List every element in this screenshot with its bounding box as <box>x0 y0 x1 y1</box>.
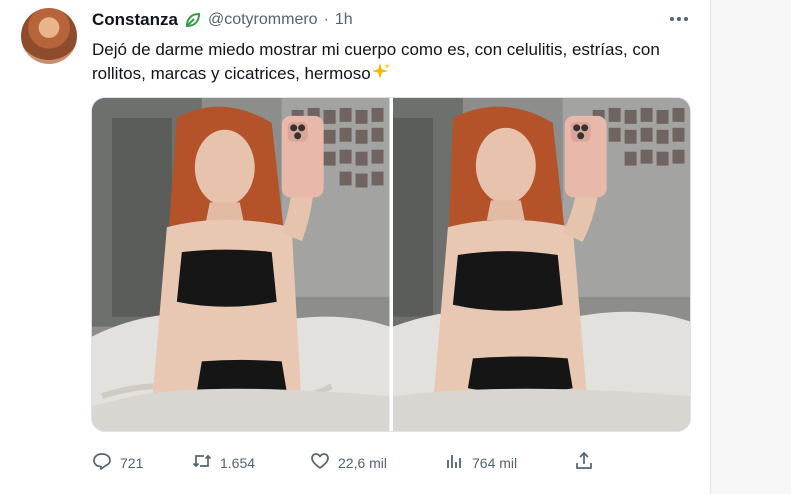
page-background-strip <box>710 0 791 494</box>
author-handle[interactable]: @cotyrommero <box>208 11 318 29</box>
tweet-media <box>91 97 691 432</box>
views-count: 764 mil <box>472 454 518 471</box>
like-count: 22,6 mil <box>338 454 388 471</box>
avatar[interactable] <box>21 8 77 64</box>
heart-icon <box>310 451 330 474</box>
like-button[interactable]: 22,6 mil <box>310 451 387 474</box>
separator-dot: · <box>323 11 329 28</box>
more-horizontal-icon[interactable] <box>667 10 691 28</box>
tweet-text-container: Dejó de darme miedo mostrar mi cuerpo co… <box>92 38 682 86</box>
tweet-card: Constanza @cotyrommero · 1h Dejó de darm… <box>0 0 710 494</box>
views-button[interactable]: 764 mil <box>444 451 517 474</box>
tweet-header: Constanza @cotyrommero · 1h <box>92 10 353 30</box>
author-name[interactable]: Constanza <box>92 10 178 30</box>
leaf-badge-icon <box>184 11 202 29</box>
tweet-timestamp[interactable]: 1h <box>335 11 353 29</box>
share-button[interactable] <box>574 451 594 474</box>
tweet-actions: 721 1.654 22,6 mil 764 mil <box>92 451 592 473</box>
retweet-button[interactable]: 1.654 <box>192 451 255 474</box>
sparkles-icon <box>371 62 391 82</box>
share-icon <box>574 451 594 474</box>
reply-button[interactable]: 721 <box>92 451 143 474</box>
reply-count: 721 <box>120 454 144 471</box>
views-icon <box>444 451 464 474</box>
photo-right[interactable] <box>392 98 690 431</box>
reply-icon <box>92 451 112 474</box>
retweet-icon <box>192 451 212 474</box>
photo-left[interactable] <box>92 98 390 431</box>
retweet-count: 1.654 <box>220 454 256 471</box>
